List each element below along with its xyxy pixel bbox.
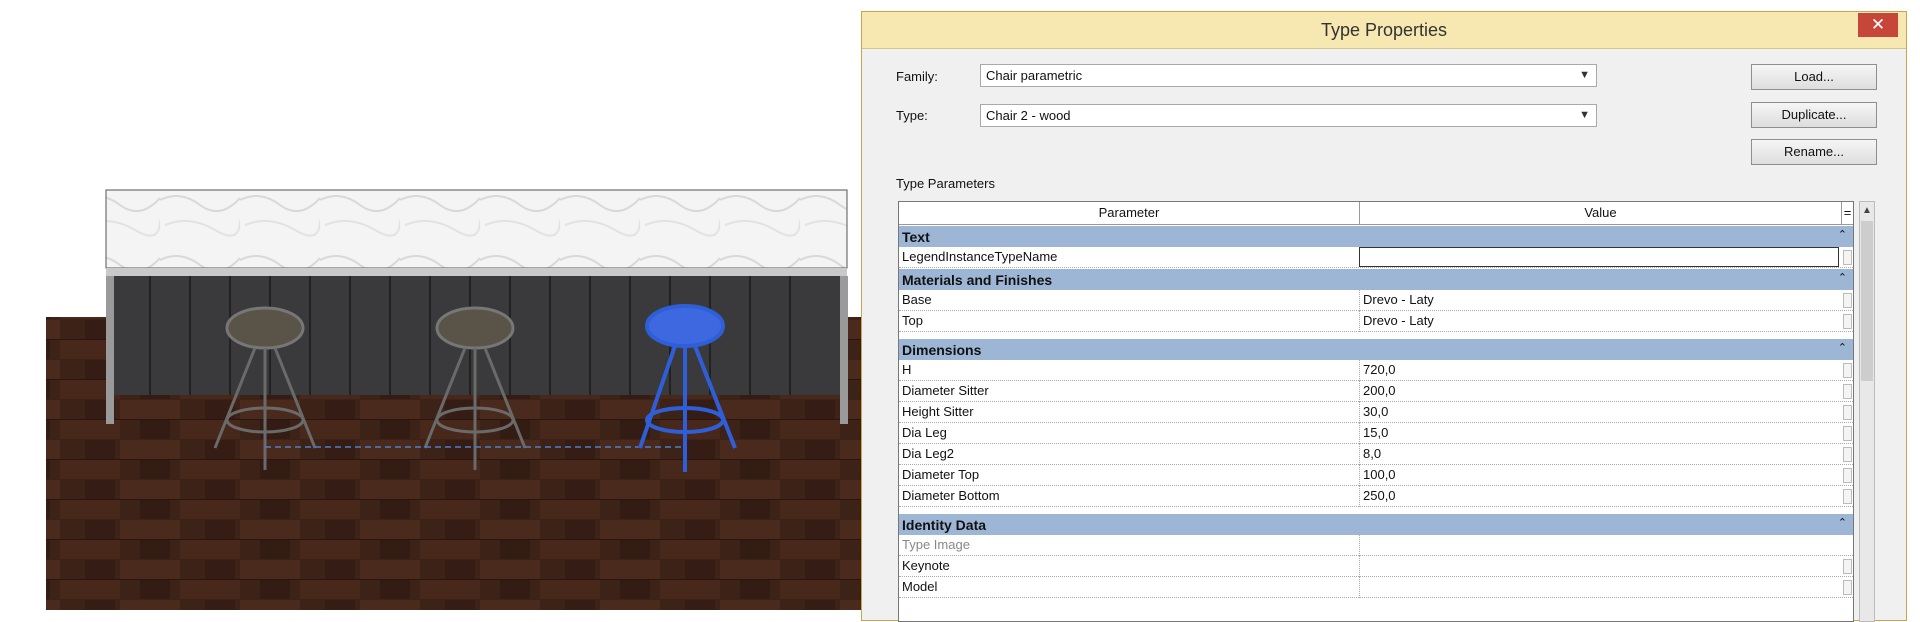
param-row[interactable]: Top Drevo - Laty [899,311,1853,332]
row-button[interactable] [1843,405,1852,420]
collapse-icon[interactable]: ⌃ [1838,516,1847,529]
param-row[interactable]: Height Sitter 30,0 [899,402,1853,423]
close-button[interactable]: ✕ [1858,13,1898,37]
collapse-icon[interactable]: ⌃ [1838,341,1847,354]
param-name: Type Image [902,537,970,552]
row-button[interactable] [1843,426,1852,441]
param-value: 15,0 [1363,425,1389,440]
collapse-icon[interactable]: ⌃ [1838,271,1847,284]
row-button[interactable] [1843,468,1852,483]
param-value: 720,0 [1363,362,1396,377]
group-materials-and-finishes[interactable]: Materials and Finishes ⌃ [899,268,1853,290]
row-button[interactable] [1843,363,1852,378]
row-button[interactable] [1843,384,1852,399]
param-name: H [902,362,912,377]
param-name: Model [902,579,938,594]
grid-scrollbar[interactable]: ▲ [1859,201,1875,622]
param-row[interactable]: LegendInstanceTypeName [899,247,1853,268]
row-button[interactable] [1843,314,1852,329]
grid-header: Parameter Value = [899,202,1853,225]
param-name: Base [902,292,932,307]
row-button[interactable] [1843,489,1852,504]
row-button[interactable] [1843,293,1852,308]
param-value-input[interactable] [1359,247,1839,267]
param-row[interactable]: Diameter Bottom 250,0 [899,486,1853,507]
group-name: Dimensions [902,342,982,358]
scroll-up-icon[interactable]: ▲ [1860,202,1874,220]
group-dimensions[interactable]: Dimensions ⌃ [899,338,1853,360]
param-name: Diameter Bottom [902,488,1000,503]
group-text[interactable]: Text ⌃ [899,225,1853,247]
close-icon: ✕ [1870,15,1886,34]
equals-column-header[interactable]: = [1842,202,1853,224]
param-name: Height Sitter [902,404,974,419]
chevron-down-icon: ▼ [1579,69,1590,81]
type-properties-dialog: Type Properties ✕ Family: Chair parametr… [861,11,1907,622]
group-identity-data[interactable]: Identity Data ⌃ [899,513,1853,535]
param-value: 250,0 [1363,488,1396,503]
type-dropdown[interactable]: Chair 2 - wood ▼ [980,104,1597,127]
param-value: 8,0 [1363,446,1382,461]
group-name: Identity Data [902,517,987,533]
value-column-header[interactable]: Value [1360,202,1842,224]
type-value: Chair 2 - wood [986,108,1071,123]
row-button[interactable] [1843,559,1852,574]
family-label: Family: [896,69,938,84]
row-button[interactable] [1843,447,1852,462]
param-row[interactable]: Type Image [899,535,1853,556]
type-parameters-label: Type Parameters [896,176,995,191]
type-label: Type: [896,108,928,123]
parameter-column-header[interactable]: Parameter [899,202,1360,224]
family-value: Chair parametric [986,68,1083,83]
scrollbar-thumb[interactable] [1861,221,1873,381]
param-row[interactable]: Diameter Top 100,0 [899,465,1853,486]
param-row[interactable]: Diameter Sitter 200,0 [899,381,1853,402]
collapse-icon[interactable]: ⌃ [1838,228,1847,241]
counter-top [105,189,848,269]
param-name: Dia Leg2 [902,446,955,461]
param-value: Drevo - Laty [1363,292,1434,307]
param-name: Dia Leg [902,425,947,440]
param-name: Diameter Sitter [902,383,989,398]
family-dropdown[interactable]: Chair parametric ▼ [980,64,1597,87]
param-row[interactable]: H 720,0 [899,360,1853,381]
param-name: LegendInstanceTypeName [902,249,1058,264]
param-row[interactable]: Dia Leg 15,0 [899,423,1853,444]
param-value: 30,0 [1363,404,1389,419]
param-name: Top [902,313,923,328]
chevron-down-icon: ▼ [1579,109,1590,121]
group-name: Materials and Finishes [902,272,1053,288]
param-value: 200,0 [1363,383,1396,398]
row-button[interactable] [1843,250,1852,265]
param-row[interactable]: Dia Leg2 8,0 [899,444,1853,465]
dialog-titlebar[interactable]: Type Properties ✕ [862,12,1906,49]
row-button[interactable] [1843,580,1852,595]
param-name: Diameter Top [902,467,980,482]
duplicate-button[interactable]: Duplicate... [1751,102,1877,128]
param-value: 100,0 [1363,467,1396,482]
param-row[interactable]: Model [899,577,1853,598]
param-value: Drevo - Laty [1363,313,1434,328]
param-row[interactable]: Keynote [899,556,1853,577]
param-row[interactable]: Base Drevo - Laty [899,290,1853,311]
group-name: Text [902,229,930,245]
dialog-title: Type Properties [1320,20,1448,40]
load-button[interactable]: Load... [1751,64,1877,90]
param-name: Keynote [902,558,950,573]
rename-button[interactable]: Rename... [1751,139,1877,165]
type-parameters-grid: Parameter Value = Text ⌃ LegendInstanceT… [898,201,1854,622]
